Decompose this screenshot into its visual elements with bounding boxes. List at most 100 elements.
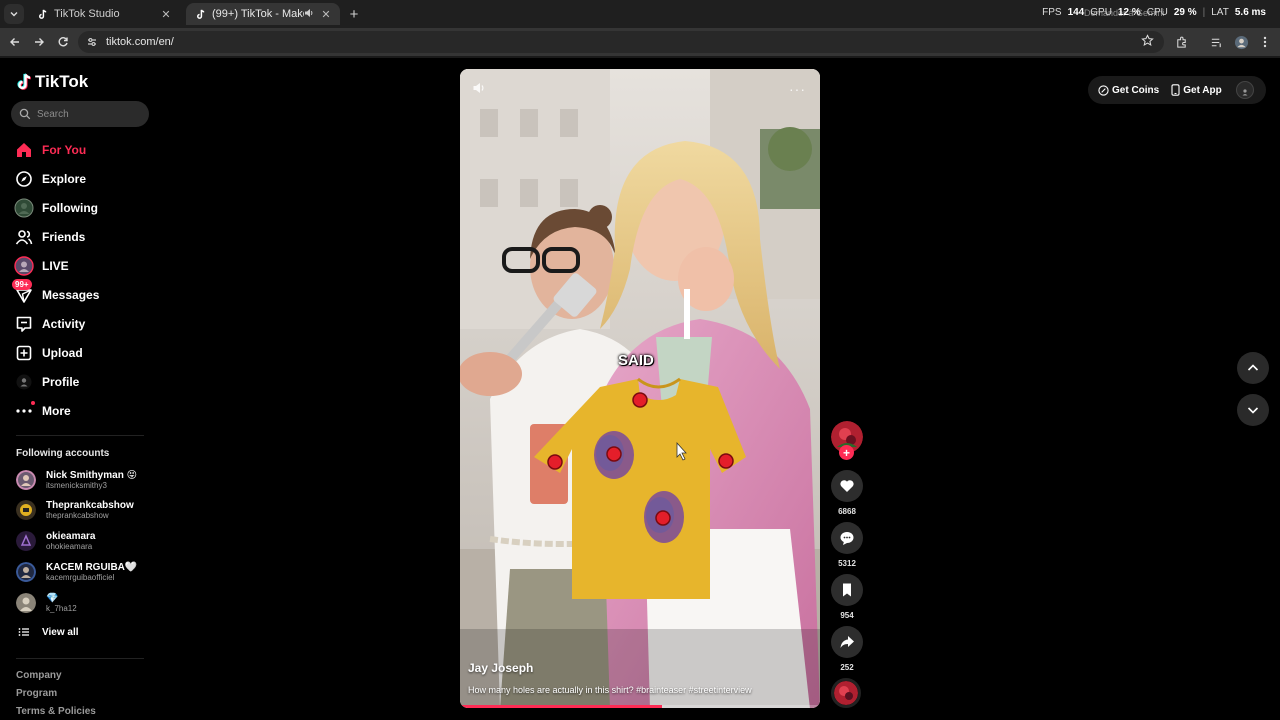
previous-video-button[interactable]	[1237, 352, 1269, 384]
get-app-button[interactable]: Get App	[1171, 84, 1222, 96]
tab-search-button[interactable]	[4, 4, 24, 24]
share-button[interactable]	[831, 626, 863, 658]
account-item[interactable]: 💎 k_7ha12	[16, 590, 146, 616]
account-item[interactable]: okieamara ohokieamara	[16, 528, 146, 554]
compass-icon	[14, 169, 34, 189]
bookmark-star-icon[interactable]	[1141, 34, 1154, 52]
nav-activity[interactable]: Activity	[14, 312, 144, 336]
sidebar-divider	[16, 658, 144, 659]
arrow-left-icon	[10, 38, 19, 46]
nav-more[interactable]: More	[14, 399, 144, 423]
share-count: 252	[840, 663, 854, 672]
close-tab-icon[interactable]: ✕	[160, 8, 172, 21]
browser-tab-tiktok-studio[interactable]: TikTok Studio ✕	[28, 3, 180, 25]
heart-icon	[840, 480, 854, 492]
music-disc[interactable]	[831, 678, 861, 708]
get-coins-button[interactable]: Get Coins	[1098, 85, 1159, 96]
tab-title: TikTok Studio	[54, 8, 120, 20]
close-tab-icon[interactable]: ✕	[320, 8, 332, 21]
account-item[interactable]: KACEM RGUIBA🤍 kacemrguibaofficiel	[16, 559, 146, 585]
follow-button[interactable]: +	[839, 445, 854, 460]
url-text: tiktok.com/en/	[106, 36, 174, 48]
footer-link-program[interactable]: Program	[16, 688, 57, 699]
address-bar[interactable]: tiktok.com/en/	[78, 31, 1164, 53]
account-item[interactable]: Theprankcabshow theprankcabshow	[16, 497, 146, 523]
video-progress-fill	[460, 705, 662, 708]
nav-profile[interactable]: Profile	[14, 370, 144, 394]
avatar	[16, 470, 36, 490]
nav-live[interactable]: LIVE	[14, 254, 144, 278]
video-player[interactable]: ··· SAID Jay Joseph How many holes are a…	[460, 69, 820, 708]
bookmark-button[interactable]	[831, 574, 863, 606]
bookmark-count: 954	[840, 611, 854, 620]
avatar	[16, 562, 36, 582]
reload-button[interactable]	[55, 34, 71, 50]
video-progress-bar[interactable]	[460, 705, 820, 708]
speaker-icon[interactable]	[304, 8, 314, 21]
logo-wordmark: TikTok	[35, 72, 89, 91]
forward-button[interactable]	[31, 34, 47, 50]
comment-icon	[840, 532, 854, 545]
browser-menu-button[interactable]	[1257, 34, 1273, 50]
nav-following[interactable]: Following	[14, 196, 144, 220]
playlist-icon	[1211, 38, 1221, 47]
chevron-down-icon	[1247, 407, 1259, 414]
nav-friends[interactable]: Friends	[14, 225, 144, 249]
share-icon	[840, 636, 854, 648]
extensions-button[interactable]	[1173, 34, 1189, 50]
user-avatar[interactable]	[1236, 81, 1254, 99]
home-icon	[14, 140, 34, 160]
video-caption: How many holes are actually in this shir…	[468, 685, 752, 695]
tiktok-logo-icon	[17, 73, 31, 90]
avatar	[16, 500, 36, 520]
comment-count: 5312	[838, 559, 856, 568]
activity-icon	[14, 314, 34, 334]
list-icon	[18, 628, 29, 636]
browser-tab-bar: TikTok Studio ✕ (99+) TikTok - Make Your…	[0, 0, 1280, 28]
tiktok-favicon-icon	[36, 8, 48, 20]
sidebar-divider	[16, 435, 144, 436]
view-all-link[interactable]: View all	[18, 626, 79, 638]
nav-upload[interactable]: Upload	[14, 341, 144, 365]
profile-button[interactable]	[1233, 34, 1249, 50]
back-button[interactable]	[7, 34, 23, 50]
video-overlay-text: SAID	[618, 352, 654, 369]
arrow-right-icon	[35, 38, 44, 46]
bookmark-icon	[843, 583, 851, 597]
new-tab-button[interactable]: +	[346, 6, 362, 23]
puzzle-icon	[1176, 36, 1186, 48]
footer-link-terms[interactable]: Terms & Policies	[16, 706, 96, 717]
live-icon	[14, 256, 34, 276]
next-video-button[interactable]	[1237, 394, 1269, 426]
search-input[interactable]: Search	[11, 101, 149, 127]
tab-title: (99+) TikTok - Make Your Da	[212, 8, 304, 20]
browser-tab-tiktok[interactable]: (99+) TikTok - Make Your Da ✕	[186, 3, 340, 25]
top-right-actions: Get Coins Get App	[1088, 76, 1266, 104]
nav-explore[interactable]: Explore	[14, 167, 144, 191]
comment-button[interactable]	[831, 522, 863, 554]
footer-link-company[interactable]: Company	[16, 670, 62, 681]
like-button[interactable]	[831, 470, 863, 502]
tiktok-favicon-icon	[194, 8, 206, 20]
media-controls-button[interactable]	[1208, 34, 1224, 50]
chevron-down-icon	[10, 12, 18, 17]
video-options-button[interactable]: ···	[789, 81, 806, 97]
phone-icon	[1171, 84, 1180, 96]
account-item[interactable]: Nick Smithyman 😝 itsmenicksmithy3	[16, 467, 146, 493]
site-settings-icon[interactable]	[86, 36, 98, 48]
video-author[interactable]: Jay Joseph	[468, 661, 533, 675]
search-icon	[19, 108, 31, 120]
tiktok-logo[interactable]: TikTok	[16, 72, 88, 92]
kebab-menu-icon	[1263, 36, 1267, 48]
coin-icon	[1098, 84, 1109, 96]
avatar	[16, 593, 36, 613]
nav-for-you[interactable]: For You	[14, 138, 144, 162]
browser-toolbar: tiktok.com/en/	[0, 28, 1280, 56]
mute-button[interactable]	[472, 81, 486, 100]
following-avatar-icon	[14, 198, 34, 218]
performance-overlay: FPS 144 GPU 12 % CPU 29 % | LAT 5.6 ms	[1042, 7, 1266, 18]
avatar-icon	[1234, 35, 1248, 49]
upload-icon	[14, 343, 34, 363]
nav-messages[interactable]: 99+ Messages	[12, 279, 144, 307]
search-placeholder: Search	[37, 108, 69, 120]
